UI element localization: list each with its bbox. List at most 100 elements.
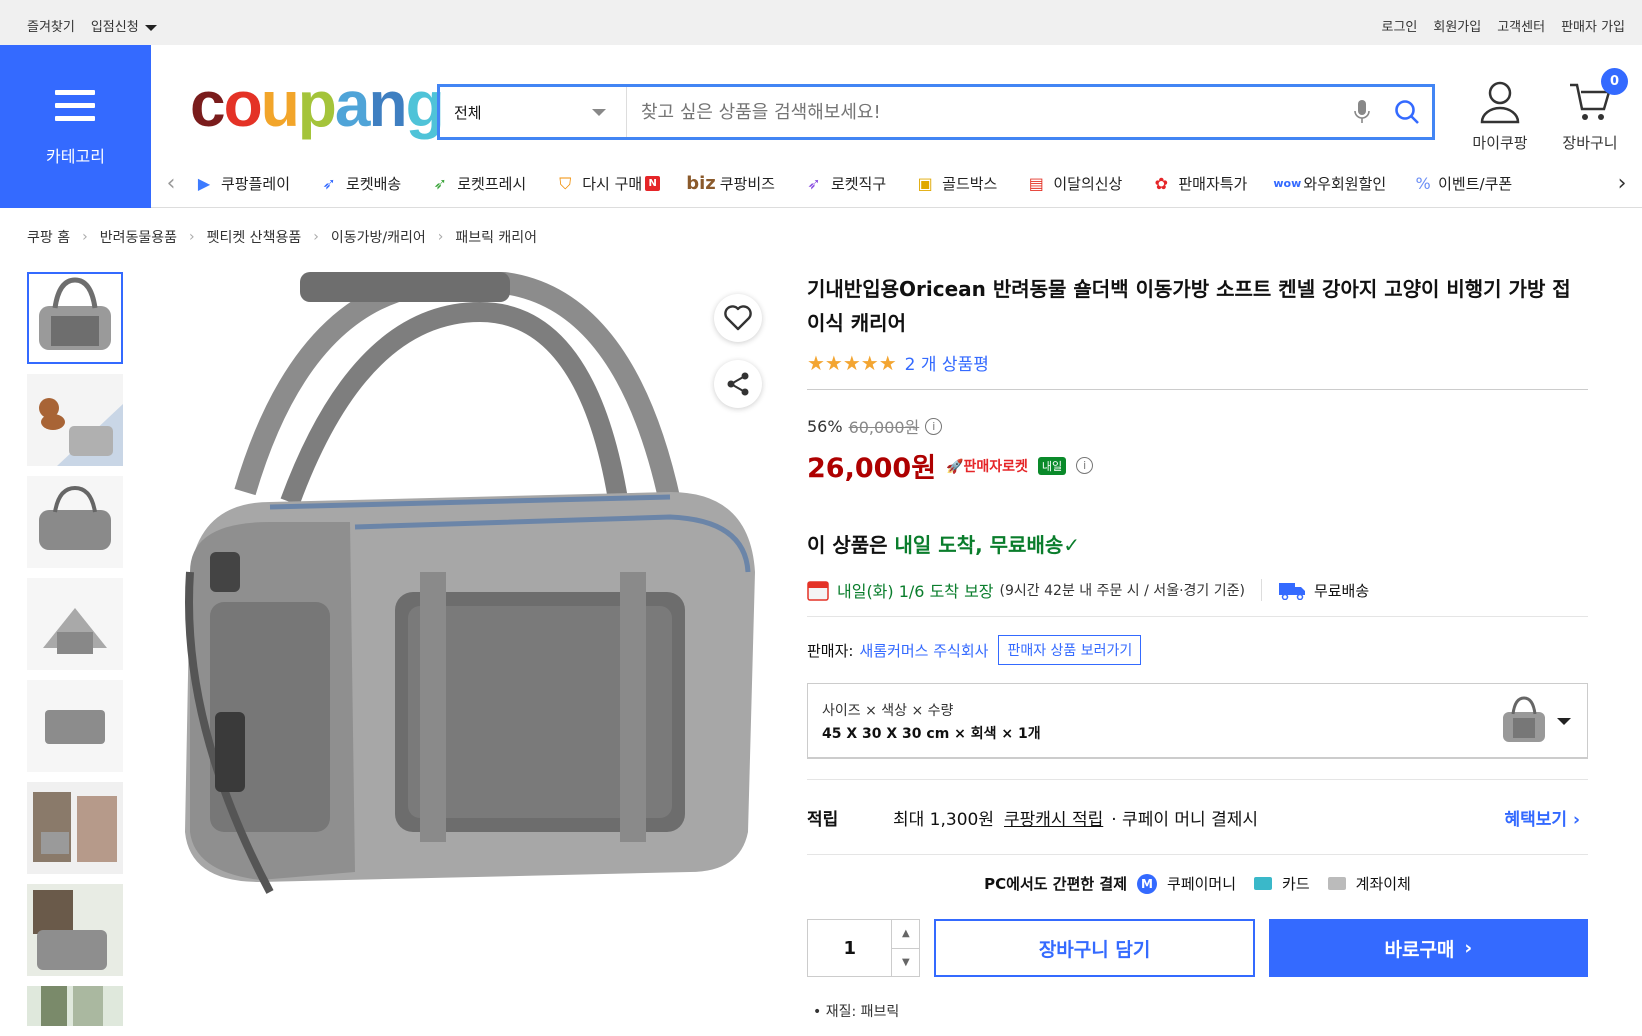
seller-products-button[interactable]: 판매자 상품 보러가기 [998,635,1142,665]
biz-icon: biz [686,173,716,194]
category-menu-button[interactable]: 카테고리 [0,45,151,208]
signup-link[interactable]: 회원가입 [1433,16,1481,35]
quantity-down-icon[interactable]: ▼ [892,947,920,977]
quantity-stepper: 1 ▲ ▼ [807,919,921,977]
thumbnail-3[interactable] [27,476,123,568]
breadcrumb-item[interactable]: 반려동물용품 [100,227,177,247]
breadcrumb-item[interactable]: 쿠팡 홈 [27,227,70,247]
delivery-summary: 이 상품은 내일 도착, 무료배송✓ [807,529,1587,558]
nav-item-rocket-fresh[interactable]: ➶ 로켓프레시 [427,173,527,195]
cashback-label: 적립 [807,809,839,830]
mycoupang-label: 마이쿠팡 [1472,134,1528,152]
heart-icon [724,305,752,331]
thumbnail-list [27,272,123,1036]
product-info: 기내반입용Oricean 반려동물 숄더백 이동가방 소프트 켄넬 강아지 고양… [807,272,1589,977]
apply-link[interactable]: 입점신청 [91,16,157,35]
card-label: 카드 [1282,875,1310,893]
thumbnail-6[interactable] [27,782,123,874]
nav-item-rocket-global[interactable]: ➶ 로켓직구 [801,173,886,195]
add-to-cart-button[interactable]: 장바구니 담기 [934,919,1255,977]
nav-item-biz[interactable]: biz 쿠팡비즈 [686,173,775,194]
discount-rate: 56% [807,416,843,436]
thumbnail-2[interactable] [27,374,123,466]
option-select[interactable]: 사이즈 × 색상 × 수량 45 X 30 X 30 cm × 회색 × 1개 [807,683,1588,759]
nav-prev-arrow-icon[interactable]: ‹ [151,171,191,196]
nav-label: 와우회원할인 [1303,175,1387,193]
seller-rocket-label: 판매자로켓 [963,458,1028,475]
nav-label: 골드박스 [942,175,998,193]
wow-icon: wow [1273,176,1302,190]
mic-icon[interactable] [1342,87,1382,137]
seller-name-link[interactable]: 새롬커머스 주식회사 [859,640,988,661]
search-icon[interactable] [1382,87,1432,137]
buy-now-button[interactable]: 바로구매 › [1268,919,1589,977]
quantity-input[interactable]: 1 [808,920,891,976]
nav-item-event[interactable]: % 이벤트/쿠폰 [1412,173,1513,195]
nav-item-rocket[interactable]: ➶ 로켓배송 [316,173,401,195]
eta-row: 내일(화) 1/6 도착 보장 (9시간 42분 내 주문 시 / 서울·경기 … [807,578,1588,617]
play-icon: ▶ [197,173,211,193]
product-main-image[interactable] [150,270,785,912]
bookmark-link[interactable]: 즐겨찾기 [27,16,75,35]
info-icon[interactable]: i [925,417,943,435]
goldbox-icon: ▣ [917,173,933,193]
share-button[interactable] [714,360,762,408]
payment-title: PC에서도 간편한 결제 [984,875,1128,893]
chevron-right-icon: › [1464,937,1473,959]
search-input[interactable] [627,87,1342,137]
purchase-row: 1 ▲ ▼ 장바구니 담기 바로구매 › [807,919,1589,977]
calendar-icon [807,581,829,601]
divider [807,389,1588,390]
cashback-link[interactable]: 쿠팡캐시 적립 [1004,805,1103,830]
category-label: 카테고리 [46,147,105,166]
breadcrumb-item[interactable]: 패브릭 캐리어 [455,227,537,247]
cart-count-badge: 0 [1601,68,1628,95]
seller-signup-link[interactable]: 판매자 가입 [1561,16,1625,35]
thumbnail-4[interactable] [27,578,123,670]
coupang-logo[interactable]: coupang [190,72,445,136]
discount-row: 56% 60,000원 i [807,414,1587,438]
login-link[interactable]: 로그인 [1381,16,1417,35]
review-count-link[interactable]: 2 개 상품평 [905,350,989,375]
percent-icon: ✿ [1154,173,1169,193]
nav-item-rebuy[interactable]: ⛉ 다시 구매 N [552,173,661,195]
nav-item-seller-deal[interactable]: ✿ 판매자특가 [1148,173,1248,195]
thumbnail-7[interactable] [27,884,123,976]
chevron-right-icon: › [188,229,195,245]
support-link[interactable]: 고객센터 [1497,16,1545,35]
truck-icon [1278,583,1305,600]
benefits-link[interactable]: 혜택보기 › [1505,805,1581,830]
thumbnail-1[interactable] [27,272,123,364]
search-category-select[interactable]: 전체 [440,87,627,137]
buy-now-label: 바로구매 [1384,938,1455,961]
thumbnail-5[interactable] [27,680,123,772]
cashback-suffix: · 쿠페이 머니 결제시 [1111,809,1258,830]
breadcrumb-item[interactable]: 펫티켓 산책용품 [207,227,302,247]
material-spec: • 재질: 패브릭 [813,1004,900,1020]
cashback-amount: 최대 1,300원 [893,809,994,830]
quantity-up-icon[interactable]: ▲ [892,920,919,948]
chevron-down-icon [592,109,606,116]
new-badge-icon: N [645,176,661,191]
sale-price: 26,000원 [807,453,937,484]
cart-label: 장바구니 [1562,134,1618,152]
mycoupang-button[interactable]: 마이쿠팡 [1465,80,1535,153]
top-utility-bar: 즐겨찾기 입점신청 로그인 회원가입 고객센터 판매자 가입 [0,0,1642,45]
nav-item-wow[interactable]: wow 와우회원할인 [1273,173,1386,195]
thumbnail-8[interactable] [27,986,123,1026]
breadcrumb: 쿠팡 홈 › 반려동물용품 › 펫티켓 산책용품 › 이동가방/캐리어 › 패브릭 캐리… [27,227,537,247]
cashback-row: 적립 최대 1,300원 쿠팡캐시 적립 · 쿠페이 머니 결제시 혜택보기 › [807,779,1588,855]
nav-next-arrow-icon[interactable]: › [1602,171,1642,196]
info-icon[interactable]: i [1076,457,1094,474]
breadcrumb-item[interactable]: 이동가방/캐리어 [331,227,426,247]
product-title: 기내반입용Oricean 반려동물 숄더백 이동가방 소프트 켄넬 강아지 고양… [807,277,1571,335]
nav-item-goldbox[interactable]: ▣ 골드박스 [912,173,998,195]
search-category-value: 전체 [454,103,482,122]
wishlist-button[interactable] [714,294,762,342]
nav-label: 다시 구매 [582,175,643,193]
bank-transfer-label: 계좌이체 [1355,875,1411,893]
nav-item-coupang-play[interactable]: ▶ 쿠팡플레이 [191,173,290,195]
share-icon [727,372,749,396]
nav-item-new[interactable]: ▤ 이달의신상 [1023,173,1123,195]
original-price: 60,000원 [848,418,920,437]
